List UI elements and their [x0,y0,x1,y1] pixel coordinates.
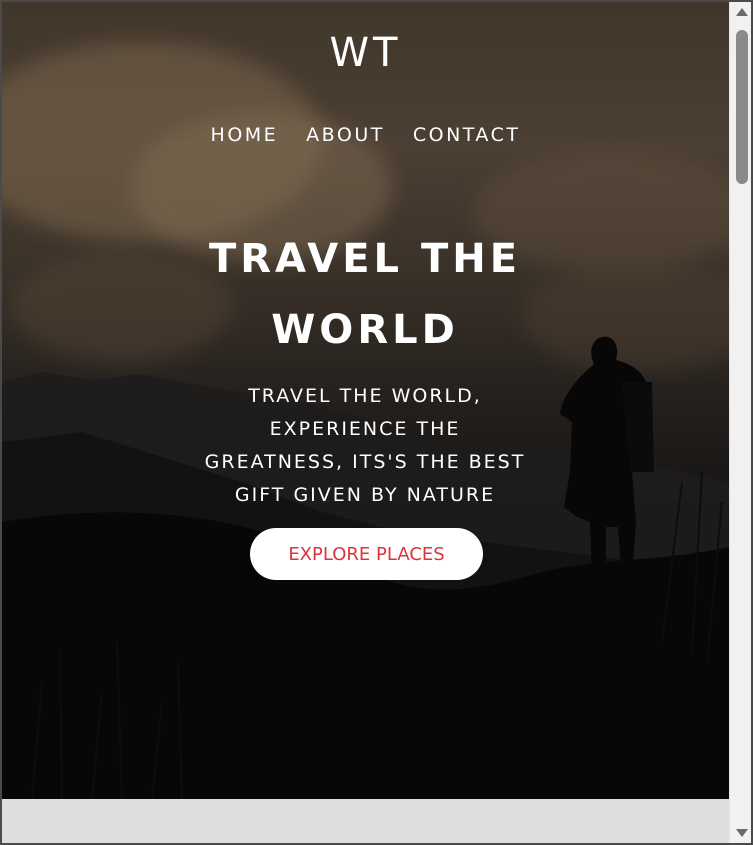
site-logo[interactable]: WT [2,30,729,76]
hero-headline-line2: WORLD [271,307,459,353]
tagline-line: GIFT GIVEN BY NATURE [234,484,496,506]
scroll-up-arrow-icon[interactable] [736,8,748,16]
hero-section: WT HOME ABOUT CONTACT TRAVEL THE WORLD T… [2,2,729,799]
nav-link-about[interactable]: ABOUT [306,124,385,146]
page-bottom-area [2,799,729,843]
hero-headline: TRAVEL THE WORLD [165,224,565,366]
vertical-scrollbar[interactable] [729,2,751,843]
tagline-line: TRAVEL THE WORLD, [248,385,482,407]
tagline-line: GREATNESS, ITS'S THE BEST [204,451,526,473]
explore-places-button[interactable]: EXPLORE PLACES [250,528,483,580]
scrollbar-thumb[interactable] [736,30,748,184]
main-nav: HOME ABOUT CONTACT [2,124,729,146]
hero-headline-line1: TRAVEL THE [208,236,522,282]
tagline-line: EXPERIENCE THE [269,418,461,440]
hero-tagline: TRAVEL THE WORLD, EXPERIENCE THE GREATNE… [185,380,545,512]
nav-link-contact[interactable]: CONTACT [413,124,521,146]
scroll-down-arrow-icon[interactable] [736,829,748,837]
nav-link-home[interactable]: HOME [211,124,279,146]
browser-window: WT HOME ABOUT CONTACT TRAVEL THE WORLD T… [0,0,753,845]
